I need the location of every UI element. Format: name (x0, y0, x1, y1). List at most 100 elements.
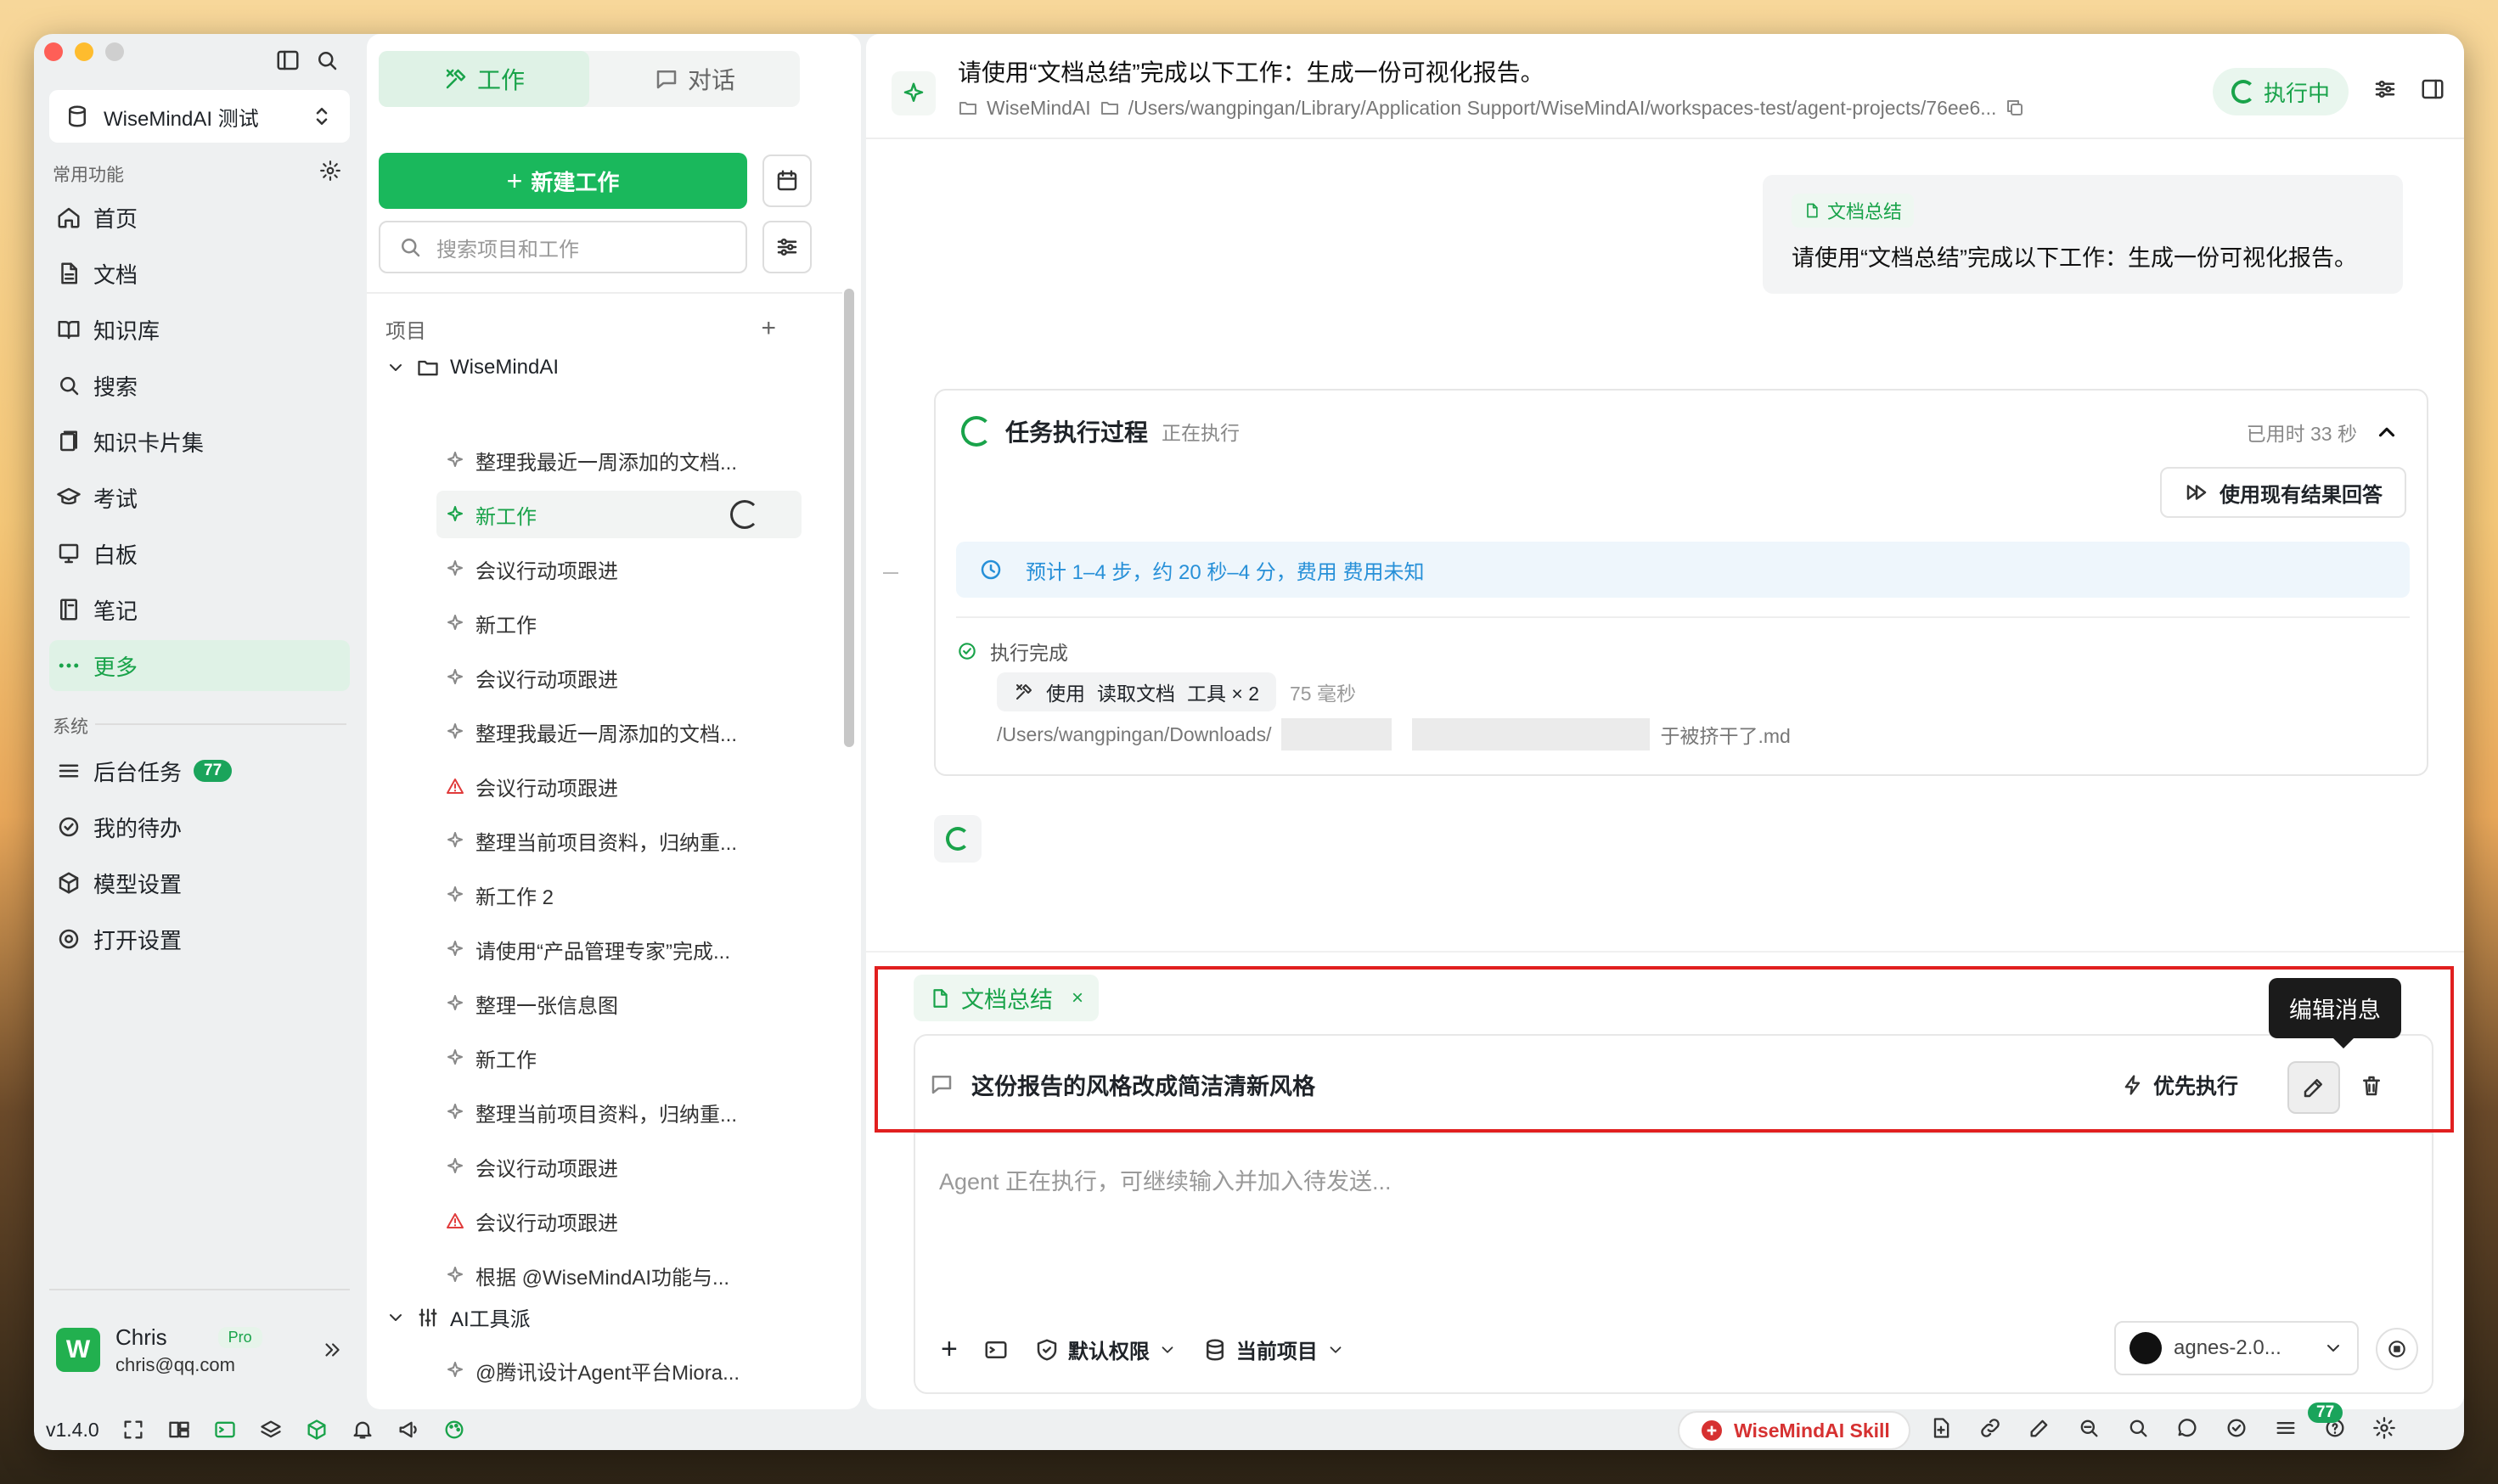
list-item[interactable]: 请使用“产品管理专家”完成... (436, 925, 802, 973)
bell-icon[interactable] (351, 1418, 374, 1442)
fast-forward-icon (2186, 485, 2207, 500)
sidebar-item-todos[interactable]: 我的待办 (49, 801, 350, 852)
skill-tag: 文档总结 (1792, 194, 1915, 228)
copy-icon[interactable] (2005, 95, 2025, 121)
avatar: W (56, 1328, 100, 1372)
list-icon[interactable] (2274, 1416, 2298, 1440)
sidebar-item-model-settings[interactable]: 模型设置 (49, 857, 350, 908)
list-item[interactable]: 整理一张信息图 (436, 980, 802, 1027)
list-item[interactable]: 会议行动项跟进 (436, 1143, 802, 1190)
collapse-handle[interactable] (883, 572, 898, 574)
status-label: 执行中 (2263, 80, 2330, 106)
breadcrumb-project[interactable]: WiseMindAI (987, 97, 1091, 120)
list-item[interactable]: 整理当前项目资料，归纳重... (436, 1088, 802, 1136)
list-item[interactable]: @腾讯设计Agent平台Miora... (436, 1346, 802, 1394)
chevron-double-right-icon[interactable] (321, 1337, 343, 1363)
scrollbar[interactable] (844, 289, 854, 747)
skill-button[interactable]: WiseMindAI Skill (1678, 1411, 1910, 1450)
add-project-icon[interactable]: + (761, 314, 776, 344)
message-input-placeholder[interactable]: Agent 正在执行，可继续输入并加入待发送... (939, 1163, 1392, 1196)
sidebar-item-docs[interactable]: 文档 (49, 248, 350, 299)
filter-button[interactable] (762, 221, 812, 273)
search-icon[interactable] (2126, 1416, 2150, 1440)
minimize-window-button[interactable] (75, 42, 93, 61)
list-item[interactable]: 会议行动项跟进 (436, 762, 802, 810)
user-profile[interactable]: W Chris Pro chris@qq.com (49, 1307, 350, 1392)
project-folder[interactable]: WiseMindAI (385, 355, 559, 380)
fullscreen-icon[interactable] (121, 1418, 145, 1442)
estimate-text: 预计 1–4 步，约 20 秒–4 分，费用 费用未知 (1026, 560, 1425, 584)
workspace-switcher[interactable]: WiseMindAI 测试 (49, 90, 350, 143)
sidebar-item-background-tasks[interactable]: 后台任务 77 (49, 745, 350, 796)
list-item-selected[interactable]: 新工作 (436, 491, 802, 538)
sidebar-item-knowledge[interactable]: 知识库 (49, 304, 350, 355)
sparkle-icon (447, 941, 463, 956)
sidebar-item-notes[interactable]: 笔记 (49, 584, 350, 635)
project-search-input[interactable]: 搜索项目和工作 (379, 221, 747, 273)
list-item[interactable]: 会议行动项跟进 (436, 1197, 802, 1245)
item-label: 会议行动项跟进 (475, 1157, 618, 1181)
sidebar-item-home[interactable]: 首页 (49, 192, 350, 243)
panel-toggle-button[interactable] (2420, 76, 2445, 102)
sidebar-toggle-icon[interactable] (275, 48, 301, 73)
sidebar-item-label: 白板 (93, 542, 138, 568)
project-folder[interactable]: AI工具派 (385, 1302, 531, 1332)
composer-toolbar: + 默认权限 当前项目 (941, 1333, 1345, 1366)
stop-button[interactable] (2376, 1328, 2418, 1370)
sparkle-icon (447, 723, 463, 739)
gear-icon[interactable] (2372, 1416, 2396, 1440)
close-window-button[interactable] (44, 42, 63, 61)
version-label: v1.4.0 (46, 1418, 99, 1441)
check-circle-icon[interactable] (2225, 1416, 2248, 1440)
list-item[interactable]: 会议行动项跟进 (436, 654, 802, 701)
sidebar-item-search[interactable]: 搜索 (49, 360, 350, 411)
settings-sliders-button[interactable] (2372, 76, 2398, 102)
tab-work[interactable]: 工作 (379, 51, 589, 107)
zoom-window-button[interactable] (105, 42, 124, 61)
list-item[interactable]: 新工作 2 (436, 871, 802, 919)
layout-icon[interactable] (167, 1418, 191, 1442)
link-icon[interactable] (1978, 1416, 2002, 1440)
list-item[interactable]: 新工作 (436, 1034, 802, 1082)
divider (95, 723, 346, 725)
list-item[interactable]: 根据 @WiseMindAI功能与... (436, 1251, 802, 1299)
new-work-button[interactable]: + 新建工作 (379, 153, 747, 209)
cube-icon[interactable] (305, 1418, 329, 1442)
estimate-banner: 预计 1–4 步，约 20 秒–4 分，费用 费用未知 (956, 542, 2410, 598)
terminal-icon[interactable] (213, 1418, 237, 1442)
use-current-result-button[interactable]: 使用现有结果回答 (2160, 467, 2406, 518)
list-item[interactable]: 新工作 (436, 599, 802, 647)
chat-bubble-icon[interactable] (2175, 1416, 2199, 1440)
search-icon[interactable] (314, 48, 340, 73)
list-item[interactable]: 会议行动项跟进 (436, 545, 802, 593)
add-attachment-icon[interactable]: + (941, 1333, 958, 1366)
list-item[interactable]: 整理我最近一周添加的文档... (436, 436, 802, 484)
layers-icon[interactable] (259, 1418, 283, 1442)
terminal-icon[interactable] (983, 1337, 1009, 1363)
sidebar-item-whiteboard[interactable]: 白板 (49, 528, 350, 579)
megaphone-icon[interactable] (397, 1418, 420, 1442)
tab-chat[interactable]: 对话 (589, 51, 800, 107)
model-selector[interactable]: agnes-2.0... (2114, 1321, 2359, 1375)
elapsed-time: 已用时 33 秒 (2246, 423, 2357, 445)
chevron-down-icon (390, 1313, 402, 1321)
edit-icon[interactable] (2028, 1416, 2051, 1440)
palette-icon[interactable] (442, 1418, 466, 1442)
add-file-icon[interactable] (1929, 1416, 1953, 1440)
list-item[interactable]: 整理我最近一周添加的文档... (436, 708, 802, 756)
sidebar-item-exam[interactable]: 考试 (49, 472, 350, 523)
sparkle-icon (447, 506, 463, 521)
list-item[interactable]: 整理当前项目资料，归纳重... (436, 817, 802, 864)
permission-dropdown[interactable]: 默认权限 (1034, 1335, 1177, 1364)
gear-icon[interactable] (319, 160, 341, 182)
search-text-icon[interactable] (2077, 1416, 2101, 1440)
calendar-button[interactable] (762, 155, 812, 207)
sidebar-item-cards[interactable]: 知识卡片集 (49, 416, 350, 467)
sidebar-item-open-settings[interactable]: 打开设置 (49, 913, 350, 964)
search-placeholder: 搜索项目和工作 (436, 238, 579, 261)
tool-chip[interactable]: 使用 读取文档 工具 × 2 (997, 672, 1277, 711)
sidebar-item-more[interactable]: 更多 (49, 640, 350, 691)
project-scope-dropdown[interactable]: 当前项目 (1202, 1335, 1345, 1364)
divider (367, 292, 842, 294)
chevron-up-icon[interactable] (2374, 419, 2400, 445)
